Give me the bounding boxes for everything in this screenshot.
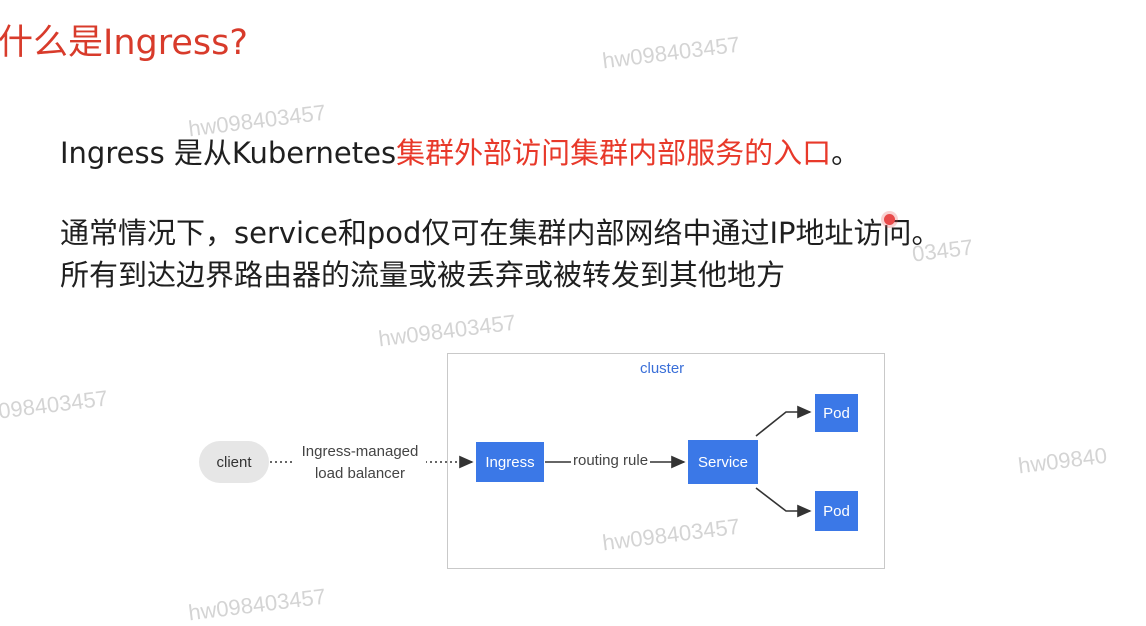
lb-label-line-1: Ingress-managed	[301, 443, 419, 460]
ingress-node: Ingress	[476, 442, 544, 482]
service-node: Service	[688, 440, 758, 484]
routing-rule-label: routing rule	[571, 452, 651, 469]
load-balancer-label: Ingress-managed load balancer	[294, 441, 426, 485]
lb-label-line-2: load balancer	[314, 465, 406, 482]
service-to-pod-bottom-arrow	[755, 487, 812, 518]
client-node: client	[199, 441, 269, 483]
service-to-pod-top-arrow	[755, 405, 812, 437]
diagram-arrows	[270, 405, 812, 518]
pod-node-bottom: Pod	[815, 491, 858, 531]
pod-node-top: Pod	[815, 394, 858, 432]
